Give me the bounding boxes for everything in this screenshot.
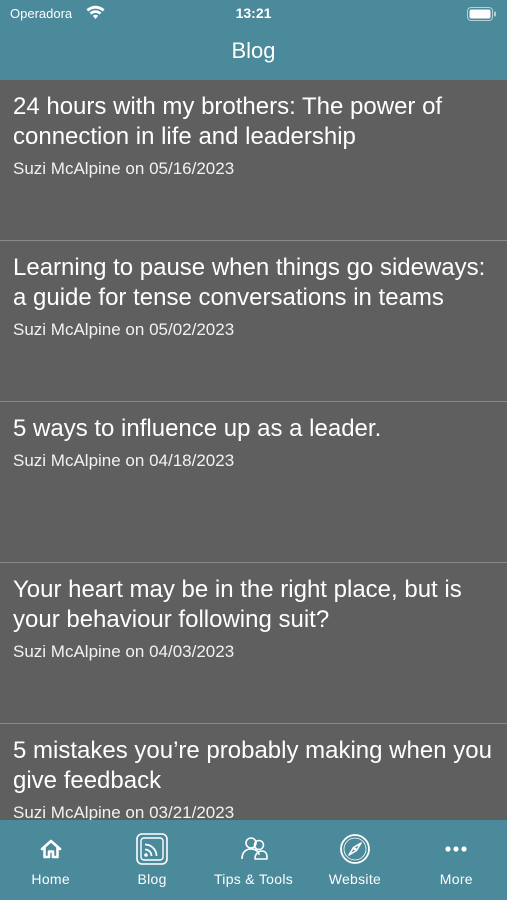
blog-post-item[interactable]: Learning to pause when things go sideway…	[0, 241, 507, 402]
blog-post-item[interactable]: Your heart may be in the right place, bu…	[0, 563, 507, 724]
compass-icon	[340, 834, 370, 864]
blog-post-item[interactable]: 5 ways to influence up as a leader. Suzi…	[0, 402, 507, 563]
post-title: 5 mistakes you’re probably making when y…	[13, 737, 492, 794]
tab-bar: Home Blog Tips & Tools Website More	[0, 820, 507, 900]
tab-label: Tips & Tools	[213, 871, 294, 887]
tab-home[interactable]: Home	[0, 820, 101, 900]
blog-post-item[interactable]: 5 mistakes you’re probably making when y…	[0, 724, 507, 820]
more-icon	[445, 846, 467, 852]
post-meta: Suzi McAlpine on 04/18/2023	[13, 451, 235, 470]
post-title: Learning to pause when things go sideway…	[13, 254, 486, 311]
tab-label: Website	[328, 871, 382, 887]
post-meta: Suzi McAlpine on 05/02/2023	[13, 320, 235, 339]
battery-icon	[467, 7, 496, 21]
post-title: 24 hours with my brothers: The power of …	[13, 93, 443, 150]
tab-website[interactable]: Website	[304, 820, 405, 900]
status-time: 13:21	[235, 5, 272, 21]
people-icon	[240, 837, 268, 860]
tab-label: Blog	[137, 871, 167, 887]
status-bar: Operadora 13:21	[0, 0, 507, 28]
post-meta: Suzi McAlpine on 05/16/2023	[13, 159, 235, 178]
tab-label: Home	[31, 871, 70, 887]
blog-post-item[interactable]: 24 hours with my brothers: The power of …	[0, 80, 507, 241]
home-icon	[40, 839, 62, 859]
post-meta: Suzi McAlpine on 03/21/2023	[13, 803, 235, 820]
tab-more[interactable]: More	[406, 820, 507, 900]
blog-post-list[interactable]: 24 hours with my brothers: The power of …	[0, 80, 507, 820]
page-title: Blog	[231, 38, 276, 63]
post-title: Your heart may be in the right place, bu…	[13, 576, 462, 633]
tab-label: More	[439, 871, 473, 887]
post-meta: Suzi McAlpine on 04/03/2023	[13, 642, 235, 661]
app-header: Operadora 13:21 Blog	[0, 0, 507, 80]
post-title: 5 ways to influence up as a leader.	[13, 415, 382, 442]
tab-blog[interactable]: Blog	[101, 820, 202, 900]
tab-tips-tools[interactable]: Tips & Tools	[203, 820, 304, 900]
rss-icon	[136, 833, 168, 865]
